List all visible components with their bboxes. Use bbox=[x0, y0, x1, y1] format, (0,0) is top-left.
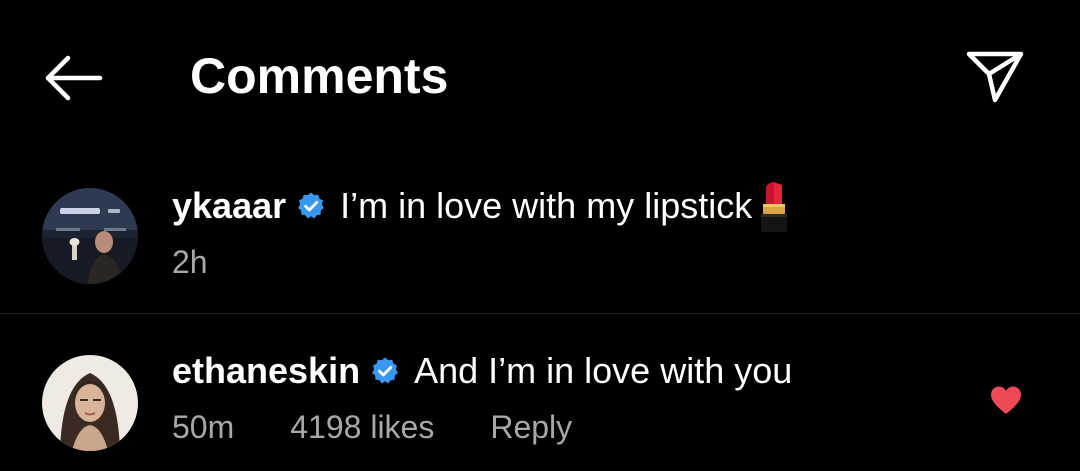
back-button[interactable] bbox=[40, 50, 106, 106]
comment-text-line: ykaaar I’m in love with my lipstick bbox=[172, 179, 794, 233]
verified-badge-icon bbox=[296, 191, 326, 221]
username-link[interactable]: ykaaar bbox=[172, 179, 286, 233]
comment-meta: 50m 4198 likes Reply bbox=[172, 404, 628, 450]
lipstick-icon bbox=[754, 179, 794, 233]
page-title: Comments bbox=[190, 48, 449, 104]
reply-button[interactable]: Reply bbox=[490, 409, 572, 446]
comment-item: ykaaar I’m in love with my lipstick 2h bbox=[0, 170, 1080, 310]
comment-text: And I’m in love with you bbox=[414, 350, 793, 391]
likes-count-link[interactable]: 4198 likes bbox=[290, 409, 434, 446]
arrow-left-icon bbox=[45, 55, 103, 101]
comment-meta: 2h bbox=[172, 239, 264, 285]
share-button[interactable] bbox=[962, 46, 1028, 106]
profile-photo-icon bbox=[42, 355, 138, 451]
verified-badge-icon bbox=[370, 356, 400, 386]
comment-time: 2h bbox=[172, 243, 208, 280]
profile-photo-icon bbox=[42, 188, 138, 284]
comment-text: I’m in love with my lipstick bbox=[340, 185, 753, 226]
paper-plane-icon bbox=[966, 51, 1024, 103]
divider bbox=[0, 313, 1080, 314]
avatar[interactable] bbox=[42, 188, 138, 284]
comment-text-line: ethaneskin And I’m in love with you bbox=[172, 344, 792, 398]
heart-icon bbox=[991, 386, 1021, 414]
comment-time: 50m bbox=[172, 408, 235, 445]
comments-header: Comments bbox=[0, 0, 1080, 155]
comment-item: ethaneskin And I’m in love with you 50m … bbox=[0, 330, 1080, 471]
like-button[interactable] bbox=[984, 380, 1028, 420]
username-link[interactable]: ethaneskin bbox=[172, 344, 360, 398]
avatar[interactable] bbox=[42, 355, 138, 451]
